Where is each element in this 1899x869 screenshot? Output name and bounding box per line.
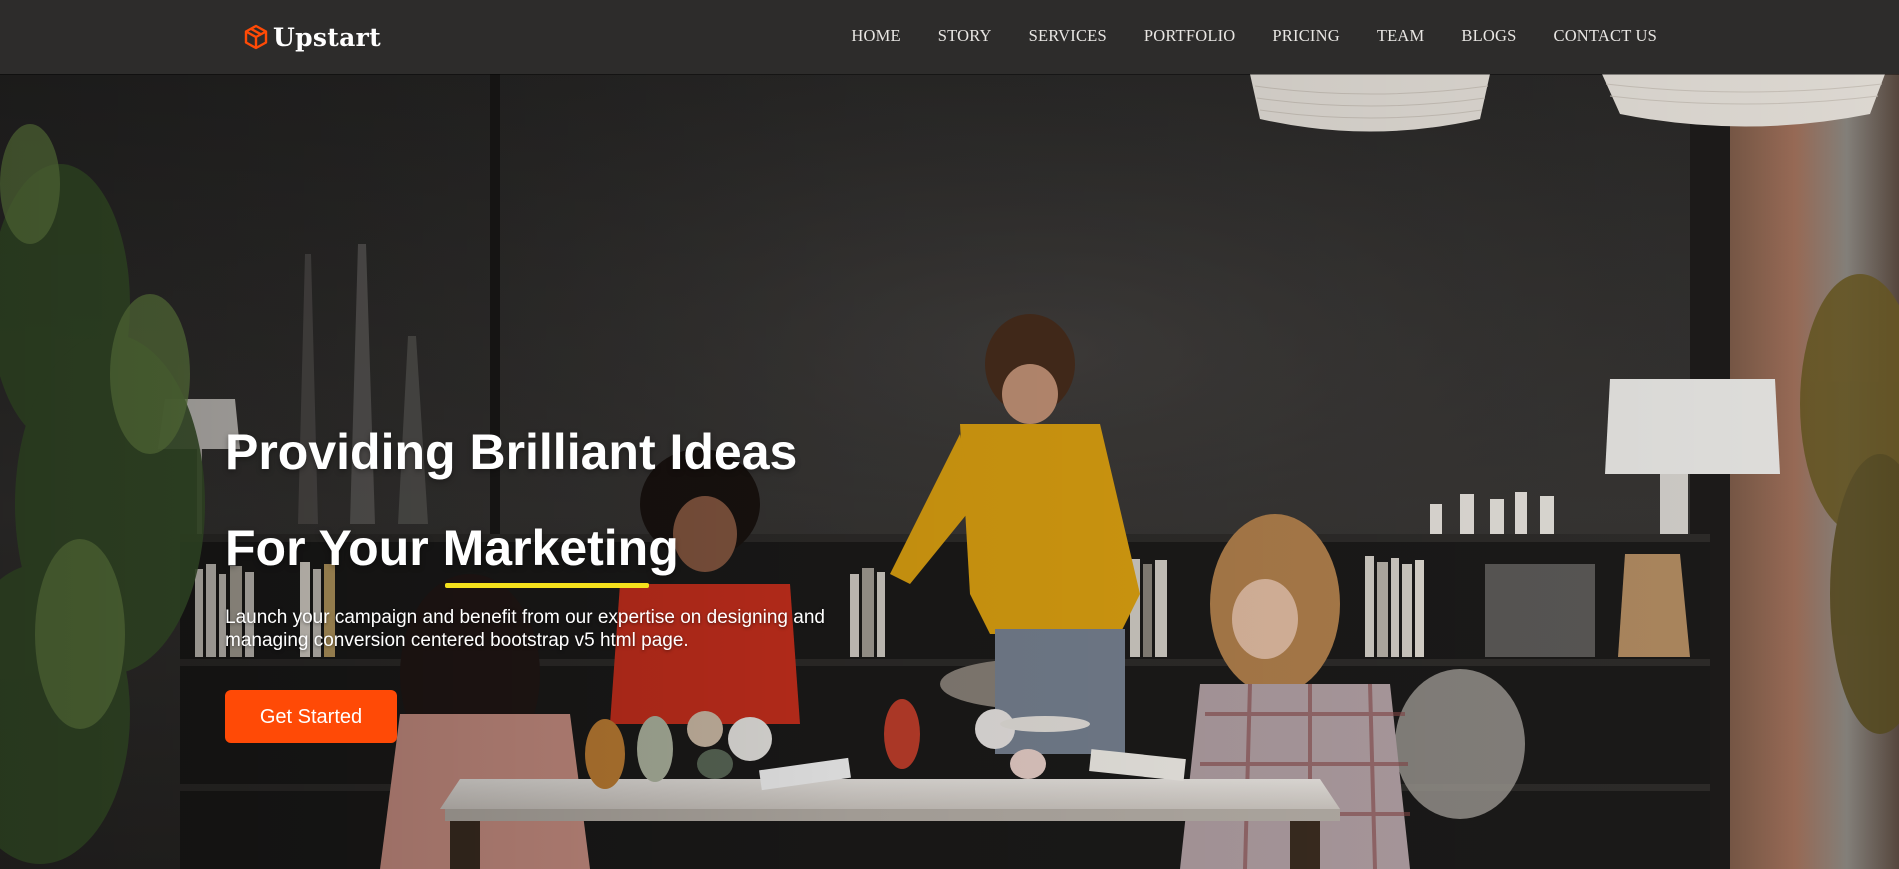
nav-link-team[interactable]: TEAM [1377,24,1425,48]
nav-link-pricing[interactable]: PRICING [1272,24,1339,48]
hero-title-prefix: For Your [225,520,443,576]
hero-title-line1: Providing Brilliant Ideas [225,424,798,480]
top-navbar: Upstart HOME STORY SERVICES PORTFOLIO PR… [0,0,1899,74]
hero-content: Providing Brilliant Ideas For Your Marke… [225,404,925,743]
hero-title-highlight: Marketing [443,500,679,596]
nav-item: HOME [814,24,900,48]
hero-section: Providing Brilliant Ideas For Your Marke… [0,74,1899,869]
nav-link-services[interactable]: SERVICES [1029,24,1107,48]
nav-item: CONTACT US [1516,24,1657,48]
nav-link-portfolio[interactable]: PORTFOLIO [1144,24,1236,48]
nav-link-blogs[interactable]: BLOGS [1461,24,1516,48]
nav-item: STORY [901,24,992,48]
nav-item: PRICING [1235,24,1339,48]
brand-name: Upstart [273,22,381,52]
nav-item: TEAM [1340,24,1425,48]
get-started-button[interactable]: Get Started [225,690,397,743]
nav-link-contact[interactable]: CONTACT US [1553,24,1657,48]
brand-logo-link[interactable]: Upstart [243,20,381,54]
main-nav: HOME STORY SERVICES PORTFOLIO PRICING TE… [814,24,1657,48]
nav-link-story[interactable]: STORY [938,24,992,48]
hero-subtitle: Launch your campaign and benefit from ou… [225,607,825,651]
nav-link-home[interactable]: HOME [851,24,900,48]
hero-title-line2: For Your Marketing [225,500,925,596]
nav-item: PORTFOLIO [1107,24,1236,48]
nav-item: BLOGS [1424,24,1516,48]
hero-title: Providing Brilliant Ideas For Your Marke… [225,404,925,596]
cube-logo-icon [244,24,268,50]
nav-item: SERVICES [992,24,1107,48]
